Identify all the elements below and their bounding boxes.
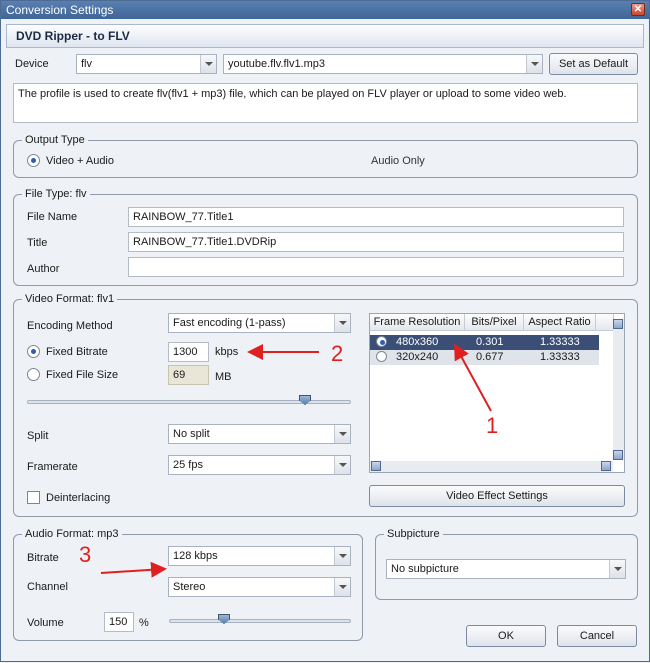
conversion-settings-window: Conversion Settings ✕ DVD Ripper - to FL… [0,0,650,662]
annotation-arrow-3 [100,561,167,578]
annotation-label-2: 2 [331,341,344,366]
annotation-arrow-1 [454,343,492,412]
annotation-label-1: 1 [486,413,499,438]
annotation-label-3: 3 [79,542,92,567]
annotation-overlay [100,343,492,578]
